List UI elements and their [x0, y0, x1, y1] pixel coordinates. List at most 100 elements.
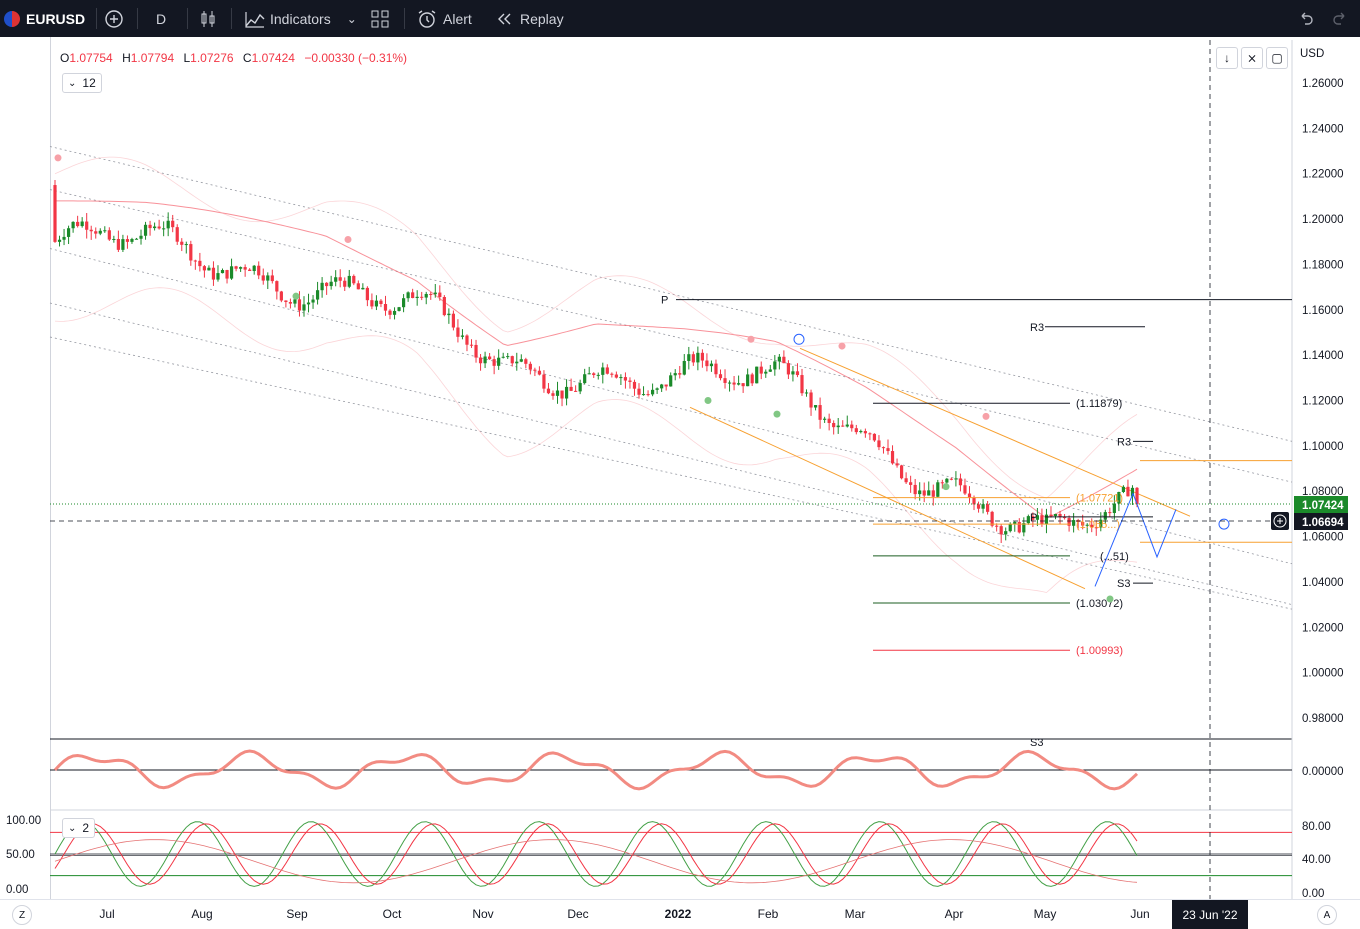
time-tick: Feb [757, 907, 779, 921]
candle [365, 286, 369, 307]
candle [986, 500, 990, 515]
candle [311, 295, 315, 309]
candle [166, 212, 170, 237]
redo-button[interactable] [1331, 0, 1349, 37]
stoch-pane-toggle[interactable]: ⌄ 2 [62, 818, 96, 838]
interval-button[interactable]: D [156, 0, 166, 37]
grid-layout-icon [371, 10, 389, 27]
candle [949, 477, 953, 481]
candle [936, 479, 940, 498]
maximize-pane-button[interactable]: ▢ [1266, 47, 1288, 69]
level-label: (...51) [1100, 551, 1129, 563]
time-tick: Jul [99, 907, 115, 921]
channel-line [49, 248, 1293, 565]
candle [361, 283, 365, 290]
candle [162, 221, 166, 237]
interval-label: D [156, 10, 167, 27]
candle [890, 445, 895, 465]
auto-scale-left-button[interactable]: Z [12, 905, 32, 925]
indicators-button[interactable]: Indicators ⌄ [244, 0, 357, 37]
candle [841, 420, 845, 427]
candle [239, 266, 243, 272]
candle [334, 270, 338, 287]
signal-dot-red [54, 154, 62, 162]
orange-channel-lower [689, 406, 1086, 590]
candle [863, 428, 867, 438]
candle [85, 213, 89, 239]
candle [623, 372, 628, 389]
price-tick: 1.26000 [1302, 78, 1344, 90]
alert-button[interactable]: Alert [417, 0, 472, 37]
time-axis: Z A Jul Aug Sep Oct Nov Dec 2022 Feb Mar Apr May Ju… [0, 899, 1360, 929]
candle [804, 389, 809, 397]
candle [288, 298, 293, 309]
lower-band-line [54, 287, 1138, 593]
layout-button[interactable] [370, 0, 390, 37]
level-label: (1.07721) [1076, 493, 1123, 505]
undo-icon [1301, 12, 1313, 25]
add-alert-plus-button[interactable] [1271, 512, 1289, 530]
candle [62, 228, 66, 246]
candle [1004, 527, 1008, 541]
candle [306, 293, 311, 313]
candle [1072, 513, 1076, 533]
chart-type-button[interactable] [198, 0, 218, 37]
candle [773, 355, 777, 376]
time-tick: Apr [944, 907, 964, 921]
redo-icon [1333, 12, 1345, 25]
compare-button[interactable] [104, 0, 124, 37]
stoch-slow-line [54, 839, 1138, 884]
level-label: (1.00993) [1076, 645, 1123, 657]
maximize-icon: ▢ [1271, 51, 1283, 65]
plus-circle-icon [1273, 514, 1287, 528]
candle [198, 252, 202, 272]
candle [510, 355, 514, 367]
signal-dot-green [773, 410, 781, 418]
move-pane-down-button[interactable]: ↓ [1216, 47, 1238, 69]
indicators-icon [245, 11, 265, 28]
candle [460, 329, 465, 340]
candle [1112, 494, 1116, 520]
crosshair-date-label: 23 Jun '22 [1172, 900, 1248, 929]
chevron-down-icon: ⌄ [346, 11, 357, 26]
candle [506, 352, 510, 360]
low-value: 1.07276 [190, 51, 234, 65]
candle [157, 219, 161, 230]
candle [714, 359, 718, 378]
collapse-pane-button[interactable]: ⨯ [1241, 47, 1263, 69]
candle [854, 424, 858, 435]
ohlc-legend: O1.07754 H1.07794 L1.07276 C1.07424 −0.0… [60, 51, 413, 65]
candle [650, 383, 655, 397]
symbol-search[interactable]: EURUSD [4, 0, 85, 37]
candle [995, 523, 999, 532]
candle [406, 291, 410, 302]
candle [1062, 514, 1067, 520]
candle [121, 234, 125, 252]
candle [691, 351, 695, 366]
price-tick: 1.08000 [1302, 486, 1344, 498]
level-label: (1.065...) [1076, 519, 1120, 531]
candle [519, 354, 523, 363]
alarm-clock-icon [418, 9, 436, 28]
candle [352, 274, 356, 286]
pane3-count: 2 [82, 821, 90, 835]
replay-button[interactable]: Replay [496, 0, 564, 37]
candle [1076, 518, 1080, 530]
chart-canvas[interactable]: P R3 R3 (1.11879) (1.07721) (1.065...) (...51)… [0, 0, 1360, 928]
candle-series [53, 179, 1139, 543]
undo-button[interactable] [1297, 0, 1315, 37]
candle [148, 220, 152, 236]
auto-scale-right-button[interactable]: A [1317, 905, 1337, 925]
candle [66, 225, 71, 245]
time-tick: Dec [567, 907, 589, 921]
candle [383, 295, 388, 316]
candle [478, 354, 483, 371]
candle [207, 265, 211, 271]
indicator-count: 12 [82, 76, 96, 90]
candle [492, 355, 496, 375]
candle [420, 291, 424, 301]
candle [850, 420, 854, 432]
indicators-toggle[interactable]: ⌄ 12 [62, 73, 102, 93]
candle [1099, 512, 1103, 532]
stoch-tick-40: 40.00 [1302, 854, 1331, 866]
